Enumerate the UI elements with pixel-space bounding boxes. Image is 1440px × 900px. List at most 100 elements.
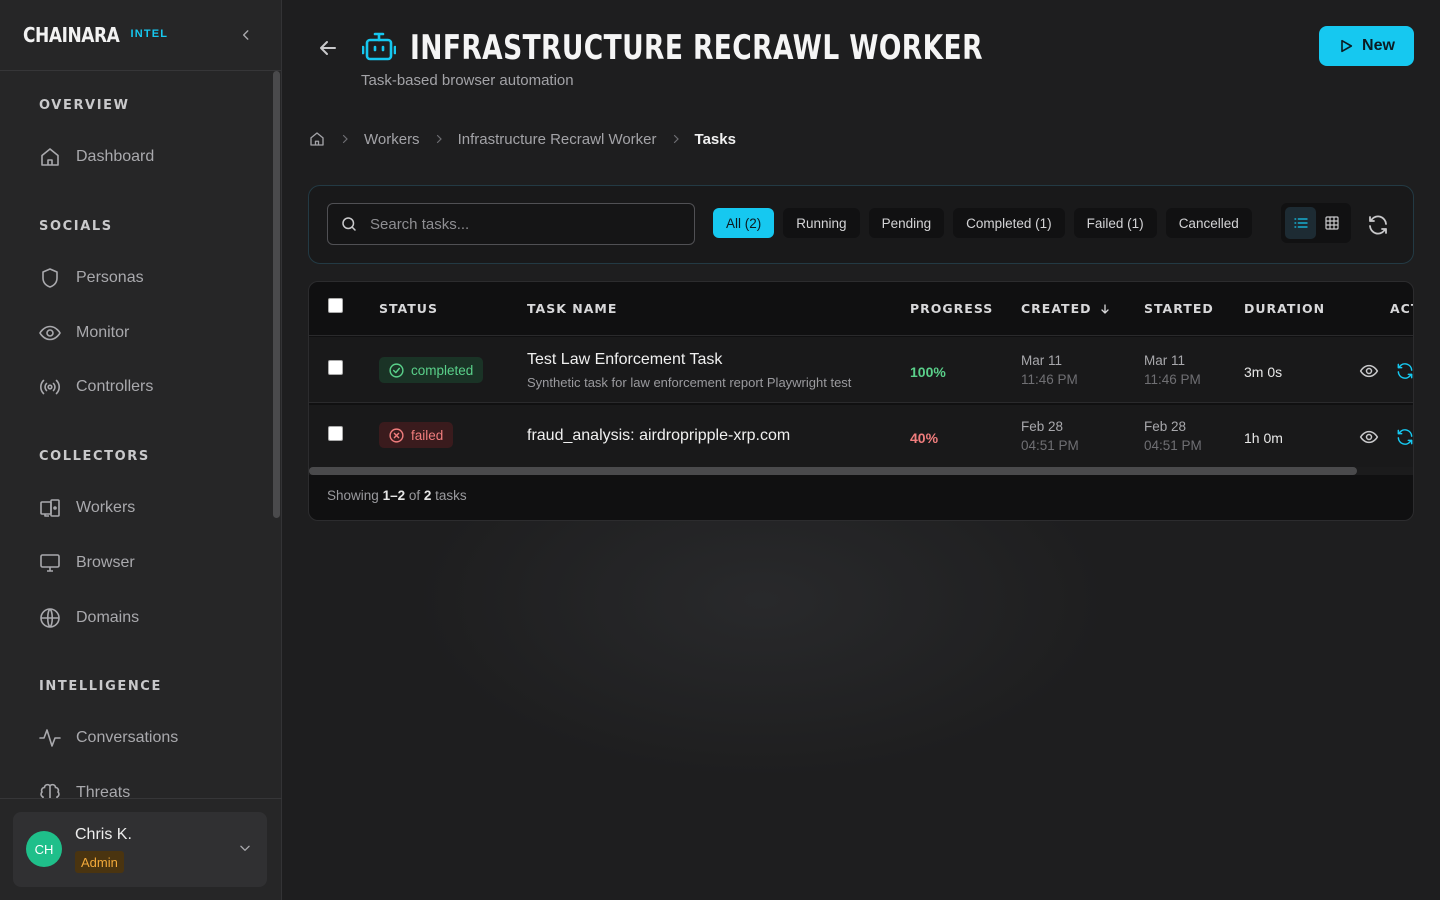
brand: CHAINARA INTEL — [0, 0, 281, 71]
select-all-checkbox[interactable] — [328, 298, 343, 313]
brand-name: CHAINARA — [23, 23, 120, 47]
col-started[interactable]: STARTED — [1144, 301, 1214, 316]
section-title-collectors: COLLECTORS — [39, 449, 150, 464]
breadcrumb-workers[interactable]: Workers — [364, 131, 420, 148]
sidebar-item-controllers[interactable]: Controllers — [38, 369, 258, 405]
list-view-button[interactable] — [1285, 207, 1316, 239]
new-task-button[interactable]: New — [1319, 26, 1414, 66]
sidebar-item-workers[interactable]: Workers — [38, 490, 258, 526]
role-badge: Admin — [75, 851, 124, 873]
sidebar-item-domains[interactable]: Domains — [38, 600, 258, 636]
status-filters: All (2) Running Pending Completed (1) Fa… — [713, 208, 1252, 238]
monitor-icon — [40, 554, 60, 572]
filter-failed[interactable]: Failed (1) — [1073, 208, 1157, 238]
list-icon — [1293, 218, 1308, 228]
filter-pending[interactable]: Pending — [868, 208, 945, 238]
activity-icon — [39, 729, 61, 747]
started-date: Feb 28 — [1144, 419, 1187, 434]
row-checkbox[interactable] — [328, 426, 343, 441]
sidebar-item-label: Threats — [76, 784, 131, 798]
status-badge: failed — [379, 422, 454, 448]
filter-running[interactable]: Running — [783, 208, 860, 238]
sidebar-item-label: Domains — [76, 609, 140, 626]
filter-all[interactable]: All (2) — [713, 208, 775, 238]
eye-icon — [39, 325, 61, 341]
sidebar-item-conversations[interactable]: Conversations — [38, 720, 258, 756]
task-toolbar: All (2) Running Pending Completed (1) Fa… — [308, 185, 1414, 264]
sidebar-item-personas[interactable]: Personas — [38, 260, 258, 296]
table-horizontal-scrollbar[interactable] — [309, 467, 1413, 475]
chevron-left-icon — [242, 30, 249, 40]
task-name[interactable]: fraud_analysis: airdropripple-xrp.com — [527, 427, 790, 445]
progress-value: 40% — [910, 430, 939, 446]
search-box[interactable] — [327, 203, 695, 245]
sidebar-item-label: Monitor — [76, 324, 130, 341]
created-time: 11:46 PM — [1021, 372, 1078, 387]
user-name: Chris K. — [75, 826, 132, 843]
shield-icon — [42, 268, 58, 288]
search-input[interactable] — [370, 215, 670, 233]
back-arrow-icon[interactable] — [316, 36, 340, 60]
col-duration[interactable]: DURATION — [1244, 301, 1325, 316]
grid-icon — [1324, 216, 1339, 230]
created-date: Feb 28 — [1021, 419, 1064, 434]
play-icon — [1341, 39, 1353, 53]
retry-icon[interactable] — [1395, 361, 1414, 381]
eye-icon[interactable] — [1359, 361, 1379, 381]
sidebar-item-label: Personas — [76, 269, 144, 286]
home-icon — [41, 148, 59, 166]
chevron-right-icon — [670, 133, 682, 145]
collapse-sidebar-button[interactable] — [236, 24, 256, 46]
created-date: Mar 11 — [1021, 353, 1063, 368]
col-task-name[interactable]: TASK NAME — [527, 301, 617, 316]
footer-prefix: Showing — [327, 488, 379, 503]
col-status[interactable]: STATUS — [379, 301, 438, 316]
footer-total: 2 — [423, 488, 432, 503]
status-label: completed — [411, 362, 474, 378]
task-name[interactable]: Test Law Enforcement Task — [527, 351, 722, 369]
sidebar-item-monitor[interactable]: Monitor — [38, 315, 258, 351]
sidebar-nav[interactable]: OVERVIEW Dashboard SOCIALS Personas Moni… — [0, 71, 272, 798]
duration: 3m 0s — [1244, 364, 1283, 380]
created-time: 04:51 PM — [1021, 438, 1079, 453]
divider — [0, 798, 282, 799]
robot-icon — [362, 32, 396, 61]
footer-of: of — [408, 488, 421, 503]
avatar: CH — [26, 831, 62, 867]
breadcrumb-worker[interactable]: Infrastructure Recrawl Worker — [458, 131, 657, 148]
scrollbar-thumb[interactable] — [309, 467, 1357, 475]
user-menu[interactable]: CH Chris K. Admin — [13, 812, 267, 887]
row-checkbox[interactable] — [328, 360, 343, 375]
new-button-label: New — [1362, 37, 1395, 54]
status-label: failed — [411, 427, 444, 443]
sidebar-item-dashboard[interactable]: Dashboard — [38, 139, 258, 175]
started-time: 11:46 PM — [1144, 372, 1201, 387]
home-icon[interactable] — [308, 130, 326, 148]
table-row[interactable]: completed Test Law Enforcement Task Synt… — [309, 337, 1413, 403]
col-created-label: CREATED — [1021, 301, 1092, 316]
col-progress[interactable]: PROGRESS — [910, 301, 993, 316]
filter-completed[interactable]: Completed (1) — [953, 208, 1065, 238]
sidebar-item-label: Dashboard — [76, 148, 155, 165]
page-subtitle: Task-based browser automation — [361, 72, 574, 89]
eye-icon[interactable] — [1359, 427, 1379, 447]
filter-cancelled[interactable]: Cancelled — [1165, 208, 1252, 238]
x-circle-icon — [389, 427, 404, 443]
sidebar-scrollbar[interactable] — [273, 71, 280, 518]
col-created[interactable]: CREATED — [1021, 301, 1111, 316]
chevron-down-icon — [240, 845, 250, 851]
check-circle-icon — [389, 362, 404, 378]
progress-value: 100% — [910, 364, 946, 380]
task-description: Synthetic task for law enforcement repor… — [527, 375, 852, 390]
sidebar-item-threats[interactable]: Threats — [38, 775, 258, 798]
refresh-icon[interactable] — [1366, 213, 1390, 237]
table-row[interactable]: failed fraud_analysis: airdropripple-xrp… — [309, 405, 1413, 471]
section-title-intelligence: INTELLIGENCE — [39, 679, 162, 694]
sidebar-item-browser[interactable]: Browser — [38, 545, 258, 581]
broadcast-icon — [40, 379, 60, 395]
table-footer: Showing 1–2 of 2 tasks — [327, 488, 467, 503]
grid-view-button[interactable] — [1316, 207, 1347, 239]
col-actions: ACT — [1390, 301, 1413, 316]
sidebar-item-label: Workers — [76, 499, 136, 516]
retry-icon[interactable] — [1395, 427, 1414, 447]
